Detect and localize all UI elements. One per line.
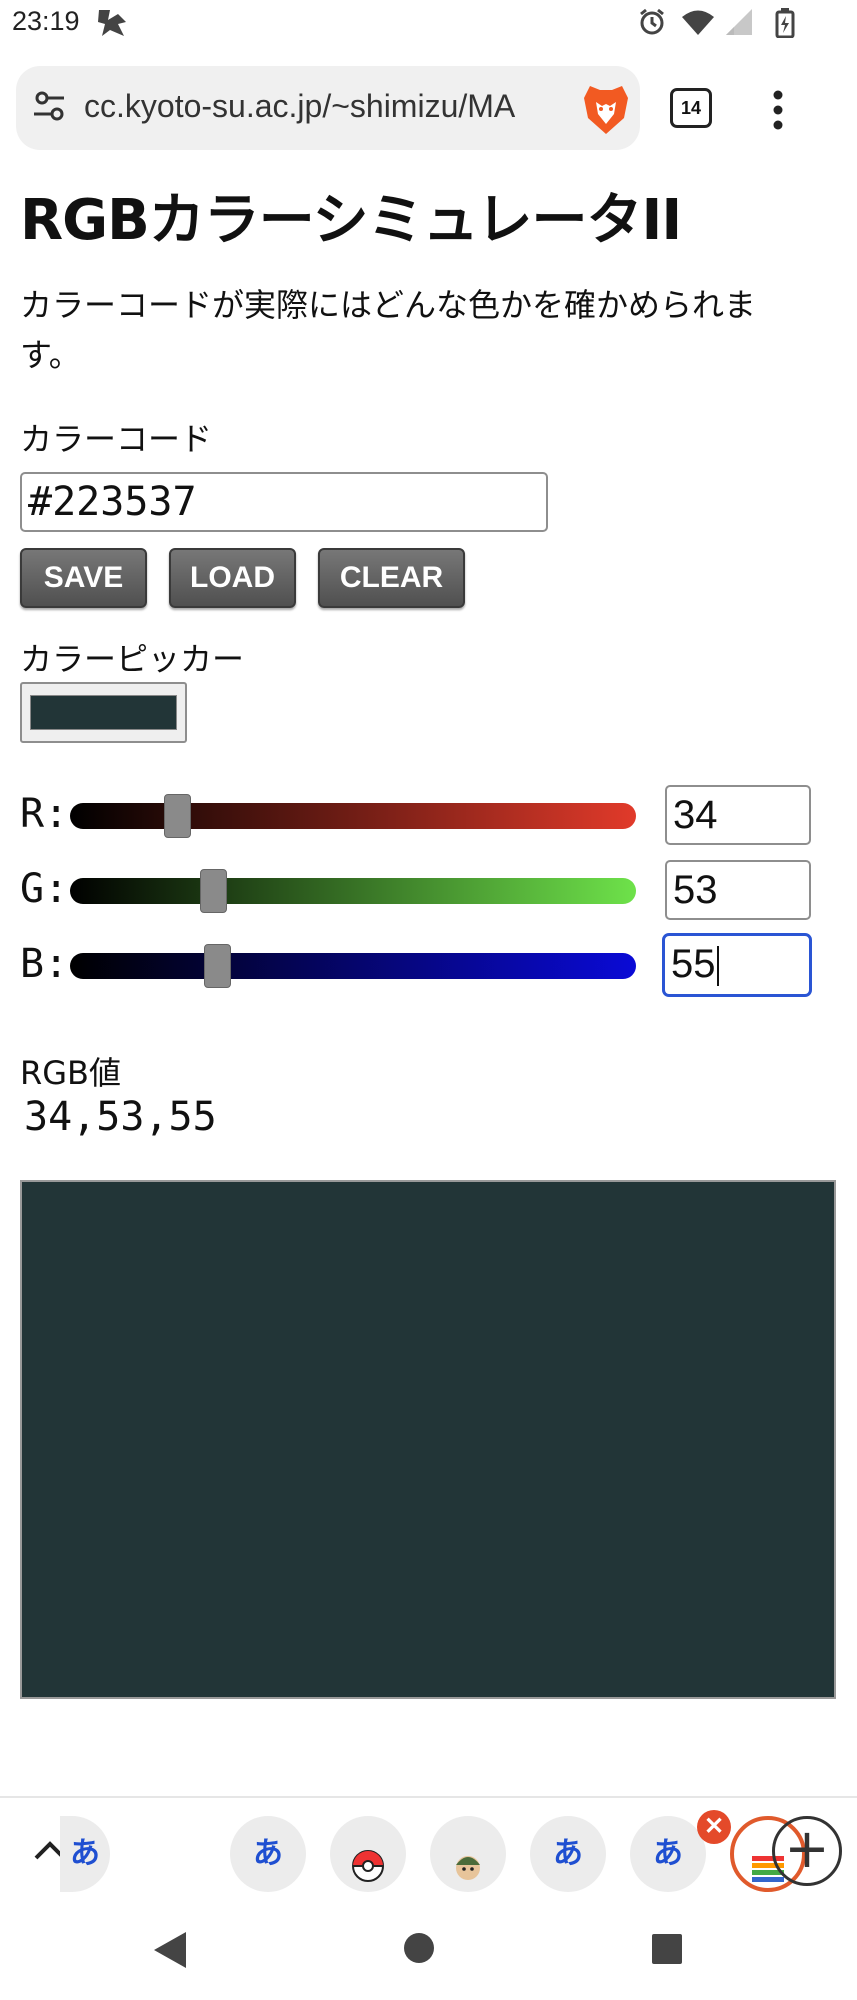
color-picker-label: カラーピッカー bbox=[20, 640, 245, 678]
tab-chip[interactable]: あ bbox=[630, 1816, 706, 1892]
color-preview-panel bbox=[20, 1180, 836, 1699]
tab-chip[interactable] bbox=[430, 1816, 506, 1892]
b-label: B: bbox=[20, 941, 69, 987]
clear-button[interactable]: CLEAR bbox=[318, 548, 465, 608]
tab-chip[interactable] bbox=[330, 1816, 406, 1892]
url-text[interactable]: cc.kyoto-su.ac.jp/~shimizu/MA bbox=[84, 88, 564, 125]
color-picker[interactable] bbox=[20, 682, 187, 743]
tab-switcher-button[interactable]: 14 bbox=[670, 88, 712, 128]
slider-row-b: B: 55 bbox=[20, 933, 820, 997]
site-settings-icon[interactable] bbox=[30, 86, 70, 130]
status-time: 23:19 bbox=[12, 6, 80, 36]
r-slider-thumb[interactable] bbox=[164, 794, 192, 838]
color-code-input[interactable]: #223537 bbox=[20, 472, 548, 532]
tab-chip[interactable]: あ bbox=[60, 1816, 110, 1892]
tab-chip-label: あ bbox=[70, 1836, 100, 1871]
r-slider-track[interactable] bbox=[70, 803, 636, 829]
back-icon[interactable] bbox=[152, 1930, 188, 1974]
tab-strip: あ あ あ あ ✕ + bbox=[0, 1796, 857, 1906]
pokeball-icon bbox=[351, 1836, 385, 1912]
tab-chip-label: あ bbox=[253, 1836, 283, 1871]
intro-text: カラーコードが実際にはどんな色かを確かめられます。 bbox=[20, 286, 757, 374]
load-button[interactable]: LOAD bbox=[169, 548, 296, 608]
alarm-icon bbox=[638, 8, 666, 40]
tab-chip[interactable]: あ bbox=[530, 1816, 606, 1892]
character-face-icon bbox=[451, 1836, 485, 1912]
status-bar: 23:19 bbox=[0, 0, 857, 46]
rgb-value-text: 34,53,55 bbox=[24, 1094, 217, 1140]
rgb-value-label: RGB値 bbox=[20, 1054, 121, 1092]
g-label: G: bbox=[20, 866, 69, 912]
recents-icon[interactable] bbox=[651, 1933, 683, 1969]
color-picker-swatch bbox=[30, 695, 177, 730]
save-button[interactable]: SAVE bbox=[20, 548, 147, 608]
r-label: R: bbox=[20, 791, 69, 837]
g-value-input[interactable]: 53 bbox=[665, 860, 811, 920]
page-title: RGBカラーシミュレータII bbox=[20, 188, 682, 253]
b-value-text: 55 bbox=[671, 942, 716, 986]
b-slider-thumb[interactable] bbox=[203, 944, 231, 988]
browser-toolbar: cc.kyoto-su.ac.jp/~shimizu/MA 14 bbox=[0, 56, 857, 156]
battery-icon bbox=[774, 8, 796, 42]
notification-app-icon bbox=[96, 8, 130, 42]
slider-row-r: R: 34 bbox=[20, 785, 820, 845]
text-caret bbox=[716, 946, 719, 987]
wifi-icon bbox=[680, 8, 716, 40]
slider-row-g: G: 53 bbox=[20, 860, 820, 920]
menu-kebab-icon[interactable] bbox=[772, 90, 784, 134]
tab-chip-label: あ bbox=[553, 1836, 583, 1871]
g-slider-track[interactable] bbox=[70, 878, 636, 904]
brave-lion-icon[interactable] bbox=[582, 82, 630, 140]
new-tab-button[interactable]: + bbox=[772, 1816, 842, 1886]
r-value-input[interactable]: 34 bbox=[665, 785, 811, 845]
signal-icon bbox=[724, 8, 754, 40]
tab-chip-label: あ bbox=[653, 1836, 683, 1871]
color-code-label: カラーコード bbox=[20, 420, 213, 458]
home-icon[interactable] bbox=[403, 1932, 435, 1968]
g-slider-thumb[interactable] bbox=[199, 869, 227, 913]
close-tab-icon[interactable]: ✕ bbox=[697, 1810, 731, 1844]
address-bar[interactable]: cc.kyoto-su.ac.jp/~shimizu/MA bbox=[16, 66, 640, 150]
tab-chip[interactable]: あ bbox=[230, 1816, 306, 1892]
system-nav-bar bbox=[0, 1906, 857, 2000]
b-value-input[interactable]: 55 bbox=[662, 933, 812, 997]
b-slider-track[interactable] bbox=[70, 953, 636, 979]
